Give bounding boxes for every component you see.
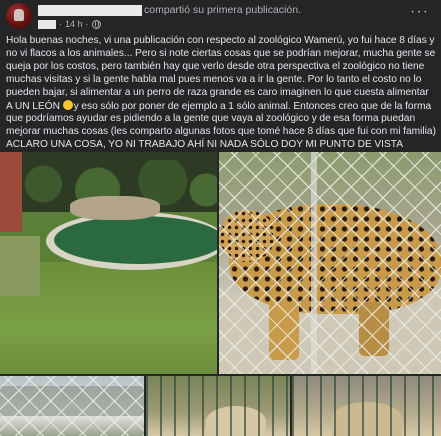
avatar-image (14, 9, 24, 21)
avatar[interactable] (6, 3, 32, 29)
photo-fenced-enclosure[interactable] (0, 376, 144, 436)
cage-bars (292, 376, 441, 436)
photo-animal-behind-bars-2[interactable] (292, 376, 441, 436)
post-meta: · 14 h · (38, 18, 101, 30)
author-name-redacted[interactable] (38, 5, 142, 16)
chain-link-fence (219, 152, 441, 374)
photo-wall (0, 152, 22, 232)
cage-bars (146, 376, 290, 436)
redacted-label (38, 19, 56, 29)
photo-rocks (70, 196, 160, 220)
facebook-post: compartió su primera publicación. · 14 h… (0, 0, 441, 436)
chain-link-fence (0, 376, 144, 436)
meta-separator-2: · (85, 19, 89, 29)
post-text: Hola buenas noches, vi una publicación c… (6, 35, 436, 152)
photo-jaguar[interactable] (219, 152, 441, 374)
smiling-face-emoji-icon (62, 99, 73, 110)
shared-first-post-text: compartió su primera publicación. (144, 4, 301, 16)
photo-grid (0, 152, 441, 436)
more-options-button[interactable]: ··· (410, 4, 429, 20)
post-time[interactable]: 14 h (65, 19, 83, 29)
photo-pond-water (54, 216, 217, 264)
photo-path (0, 236, 40, 296)
meta-separator: · (59, 19, 62, 29)
post-header: compartió su primera publicación. · 14 h… (6, 3, 436, 31)
photo-animal-behind-bars-1[interactable] (146, 376, 290, 436)
photo-pond-enclosure[interactable] (0, 152, 217, 374)
globe-icon (91, 19, 101, 29)
